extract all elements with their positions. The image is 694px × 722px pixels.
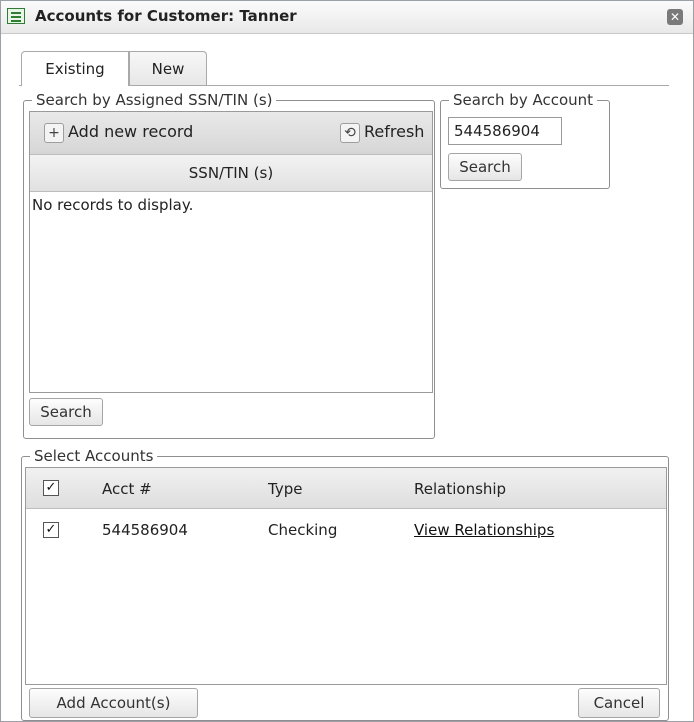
plus-icon: +: [44, 122, 64, 143]
ssn-search-legend: Search by Assigned SSN/TIN (s): [36, 91, 273, 109]
empty-message: No records to display.: [32, 196, 194, 214]
tab-new[interactable]: New: [129, 51, 207, 85]
ssn-search-button[interactable]: Search: [29, 398, 103, 426]
accounts-dialog: Accounts for Customer: Tanner ✕ Existing…: [0, 0, 694, 722]
ssn-column-header[interactable]: SSN/TIN (s): [30, 155, 432, 192]
row-acct-number: 544586904: [102, 521, 188, 539]
select-all-checkbox[interactable]: ✓: [43, 480, 59, 496]
column-type[interactable]: Type: [268, 480, 302, 498]
cancel-button[interactable]: Cancel: [578, 688, 660, 718]
add-new-record-label: Add new record: [68, 122, 194, 141]
title-bar: Accounts for Customer: Tanner ✕: [1, 1, 693, 34]
table-row: ✓ 544586904 Checking View Relationships: [26, 508, 666, 552]
account-search-button[interactable]: Search: [448, 153, 522, 181]
list-window-icon: [7, 8, 25, 24]
close-icon[interactable]: ✕: [667, 9, 683, 25]
row-account-type: Checking: [268, 521, 338, 539]
tab-existing[interactable]: Existing: [21, 51, 129, 86]
column-relationship[interactable]: Relationship: [414, 480, 506, 498]
add-new-record-button[interactable]: + Add new record: [44, 122, 193, 143]
column-acct[interactable]: Acct #: [102, 480, 152, 498]
account-number-input[interactable]: [448, 117, 562, 145]
refresh-label: Refresh: [364, 122, 425, 141]
accounts-grid: ✓ Acct # Type Relationship ✓ 544586904 C…: [25, 467, 667, 685]
refresh-button[interactable]: ⟲ Refresh: [340, 122, 424, 143]
select-accounts-legend: Select Accounts: [34, 447, 154, 465]
add-accounts-button[interactable]: Add Account(s): [29, 688, 198, 718]
refresh-icon: ⟲: [340, 122, 360, 143]
accounts-grid-header: ✓ Acct # Type Relationship: [26, 468, 666, 509]
view-relationships-link[interactable]: View Relationships: [414, 521, 554, 539]
row-checkbox[interactable]: ✓: [43, 522, 59, 538]
dialog-title: Accounts for Customer: Tanner: [35, 7, 297, 25]
ssn-grid-toolbar: + Add new record ⟲ Refresh: [30, 112, 432, 155]
account-search-legend: Search by Account: [453, 91, 594, 109]
ssn-grid: + Add new record ⟲ Refresh SSN/TIN (s) No …: [29, 111, 433, 393]
